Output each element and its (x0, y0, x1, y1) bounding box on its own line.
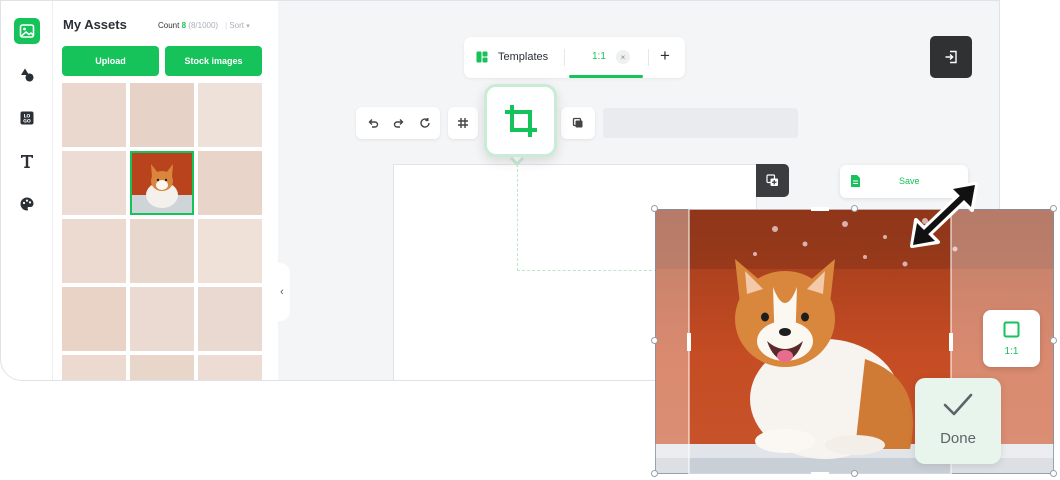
template-bar: Templates 1:1 × + (464, 37, 685, 78)
image-icon (19, 24, 35, 38)
layers-icon (572, 117, 583, 128)
text-icon (21, 155, 33, 168)
asset-tile[interactable] (62, 151, 126, 215)
chevron-left-icon: ‹ (280, 286, 284, 298)
asset-tile[interactable] (130, 287, 194, 351)
crop-edge-handle[interactable] (811, 472, 829, 476)
sort-dropdown[interactable]: | Sort ▾ (225, 21, 250, 30)
asset-tile[interactable] (198, 287, 262, 351)
panel-title: My Assets (63, 17, 127, 32)
upload-button[interactable]: Upload (62, 46, 159, 76)
callout-connector (517, 164, 518, 271)
assets-panel: My Assets Count 8 (8/1000) | Sort ▾ Uplo… (53, 1, 278, 380)
corgi-thumbnail (132, 153, 192, 213)
redo-button[interactable] (386, 110, 412, 136)
asset-tile[interactable] (198, 355, 262, 380)
undo-button[interactable] (360, 110, 386, 136)
resize-handle-n[interactable] (851, 205, 858, 212)
grid-icon (458, 118, 468, 128)
layers-tool[interactable] (561, 107, 595, 139)
crop-icon (504, 104, 537, 137)
crop-edge-handle[interactable] (949, 333, 953, 351)
refresh-button[interactable] (412, 110, 438, 136)
asset-tile[interactable] (198, 219, 262, 283)
ratio-card-label: 1:1 (1004, 346, 1019, 357)
stock-images-button[interactable]: Stock images (165, 46, 262, 76)
templates-label[interactable]: Templates (498, 51, 548, 63)
resize-handle-se[interactable] (1050, 470, 1057, 477)
ratio-tab-label[interactable]: 1:1 (592, 51, 606, 62)
left-rail: LO GO (1, 1, 53, 380)
palette-icon (20, 197, 34, 211)
undo-icon (368, 119, 379, 128)
resize-handle-w[interactable] (651, 337, 658, 344)
asset-tile[interactable] (130, 219, 194, 283)
svg-text:LO: LO (24, 113, 31, 119)
asset-tile-selected[interactable] (130, 151, 194, 215)
templates-icon (476, 51, 488, 63)
done-button[interactable]: Done (915, 378, 1001, 464)
crop-tool-callout[interactable] (484, 84, 557, 157)
asset-tile[interactable] (62, 83, 126, 147)
count-label: Count (158, 21, 180, 30)
duplicate-button[interactable] (756, 164, 789, 197)
asset-tile[interactable] (130, 355, 194, 380)
rail-palette-button[interactable] (14, 191, 40, 217)
rail-logo-button[interactable]: LO GO (14, 105, 40, 131)
asset-tile[interactable] (130, 83, 194, 147)
count-value: 8 (181, 21, 187, 30)
asset-tile[interactable] (62, 287, 126, 351)
redo-icon (393, 119, 404, 128)
collapse-panel-button[interactable]: ‹ (274, 263, 290, 321)
crop-edge-handle[interactable] (811, 207, 829, 211)
exit-button[interactable] (930, 36, 972, 78)
done-label: Done (940, 430, 976, 447)
crop-edge-handle[interactable] (687, 333, 691, 351)
square-icon (1003, 321, 1020, 338)
ratio-option-card[interactable]: 1:1 (983, 310, 1040, 367)
rail-image-button[interactable] (14, 18, 40, 44)
divider (648, 49, 649, 66)
resize-handle-e[interactable] (1050, 337, 1057, 344)
chevron-down-icon: ▾ (246, 23, 250, 30)
resize-handle-ne[interactable] (1050, 205, 1057, 212)
resize-handle-sw[interactable] (651, 470, 658, 477)
refresh-icon (420, 118, 430, 128)
count-limit: (8/1000) (188, 21, 219, 30)
rail-shapes-button[interactable] (14, 62, 40, 88)
resize-arrow-icon (910, 182, 978, 248)
asset-tile[interactable] (198, 151, 262, 215)
sort-label: Sort (229, 21, 244, 30)
divider (564, 49, 565, 66)
resize-handle-nw[interactable] (651, 205, 658, 212)
history-toolbar (356, 107, 440, 139)
close-ratio-button[interactable]: × (616, 50, 630, 64)
active-tab-indicator (569, 75, 643, 78)
duplicate-icon (766, 174, 778, 186)
svg-text:GO: GO (23, 118, 31, 124)
asset-count: Count 8 (8/1000) (158, 21, 218, 30)
asset-tile[interactable] (62, 219, 126, 283)
callout-connector (517, 270, 657, 271)
rail-text-button[interactable] (14, 148, 40, 174)
resize-handle-s[interactable] (851, 470, 858, 477)
shapes-icon (21, 68, 34, 82)
add-template-button[interactable]: + (660, 46, 670, 66)
asset-tile[interactable] (62, 355, 126, 380)
checkmark-icon (943, 393, 973, 416)
stage: LO GO My Assets Count 8 (8/1000) | Sort … (0, 0, 1060, 480)
grid-tool[interactable] (448, 107, 478, 139)
tool-options-placeholder (603, 108, 798, 138)
logo-icon: LO GO (20, 111, 34, 125)
document-icon (851, 175, 860, 187)
asset-tile[interactable] (198, 83, 262, 147)
exit-icon (945, 50, 957, 64)
